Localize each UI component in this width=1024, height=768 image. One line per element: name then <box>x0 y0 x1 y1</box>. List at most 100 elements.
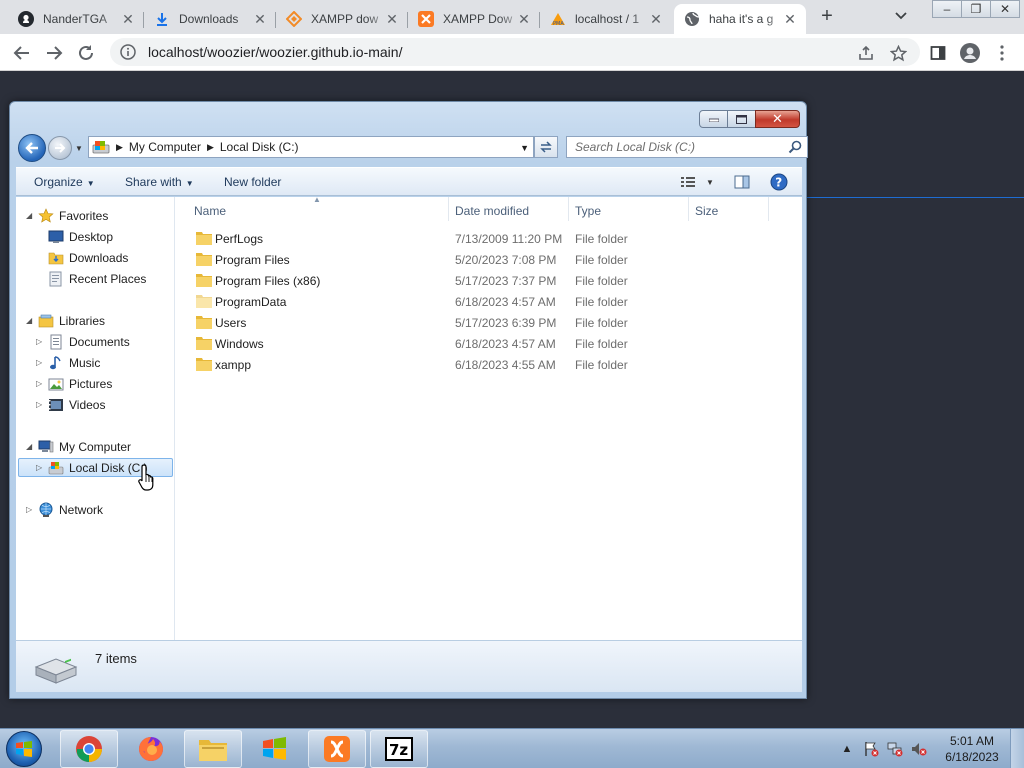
back-arrow-icon[interactable] <box>10 41 34 65</box>
tab-nandertga[interactable]: NanderTGA ✕ <box>8 4 144 34</box>
taskbar-windows-update[interactable] <box>246 730 304 768</box>
minimize-icon[interactable] <box>699 110 728 128</box>
recent-pages-dropdown-icon[interactable]: ▼ <box>75 144 83 153</box>
tab-xampp-download[interactable]: XAMPP dow ✕ <box>276 4 408 34</box>
expand-arrow-icon[interactable]: ▷ <box>36 379 46 388</box>
expand-arrow-icon[interactable]: ▷ <box>36 337 46 346</box>
file-row[interactable]: Windows 6/18/2023 4:57 AM File folder <box>190 333 790 354</box>
tab-xampp[interactable]: XAMPP Dow ✕ <box>408 4 540 34</box>
collapse-arrow-icon[interactable]: ◢ <box>26 211 36 220</box>
forward-arrow-icon[interactable] <box>42 41 66 65</box>
windows-update-icon <box>263 737 286 760</box>
minimize-icon[interactable]: – <box>932 0 962 18</box>
column-header-date-modified[interactable]: Date modified <box>455 204 529 218</box>
nav-desktop[interactable]: Desktop <box>36 227 113 246</box>
file-row[interactable]: PerfLogs 7/13/2009 11:20 PM File folder <box>190 228 790 249</box>
column-divider[interactable] <box>568 197 569 221</box>
address-dropdown-icon[interactable]: ▼ <box>520 143 529 153</box>
file-row[interactable]: Users 5/17/2023 6:39 PM File folder <box>190 312 790 333</box>
column-divider[interactable] <box>688 197 689 221</box>
organize-button[interactable]: Organize ▼ <box>34 175 95 189</box>
new-tab-icon[interactable]: + <box>814 6 840 28</box>
expand-arrow-icon[interactable]: ▷ <box>36 358 46 367</box>
breadcrumb-arrow-icon[interactable]: ▶ <box>207 142 214 153</box>
profile-avatar-icon[interactable] <box>960 43 980 63</box>
breadcrumb-local-disk[interactable]: Local Disk (C:) <box>220 140 299 154</box>
collapse-arrow-icon[interactable]: ◢ <box>26 316 36 325</box>
nav-recent-places[interactable]: Recent Places <box>36 269 146 288</box>
breadcrumb-my-computer[interactable]: My Computer <box>129 140 201 154</box>
reload-icon[interactable] <box>74 41 98 65</box>
column-header-name[interactable]: Name <box>194 204 226 218</box>
nav-music[interactable]: ▷ Music <box>36 353 100 372</box>
nav-videos[interactable]: ▷ Videos <box>36 395 105 414</box>
taskbar-firefox[interactable] <box>122 730 180 768</box>
tab-phpmyadmin[interactable]: PMA localhost / 1 ✕ <box>540 4 672 34</box>
file-row[interactable]: xampp 6/18/2023 4:55 AM File folder <box>190 354 790 375</box>
nav-pictures[interactable]: ▷ Pictures <box>36 374 112 393</box>
share-with-button[interactable]: Share with ▼ <box>125 175 194 189</box>
volume-muted-icon[interactable] <box>910 740 928 758</box>
forward-button[interactable] <box>48 136 72 160</box>
side-panel-icon[interactable] <box>928 43 948 63</box>
start-button[interactable] <box>6 731 42 767</box>
new-folder-button[interactable]: New folder <box>224 175 281 189</box>
collapse-arrow-icon[interactable]: ◢ <box>26 442 36 451</box>
search-input[interactable] <box>575 140 785 154</box>
clock[interactable]: 5:01 AM 6/18/2023 <box>934 733 1010 765</box>
show-hidden-icons-icon[interactable]: ▲ <box>838 740 856 758</box>
expand-arrow-icon[interactable]: ▷ <box>36 463 46 472</box>
expand-arrow-icon[interactable]: ▷ <box>36 400 46 409</box>
share-icon[interactable] <box>856 43 876 63</box>
file-row[interactable]: Program Files 5/20/2023 7:08 PM File fol… <box>190 249 790 270</box>
network-status-icon[interactable] <box>886 740 904 758</box>
column-divider[interactable] <box>448 197 449 221</box>
close-tab-icon[interactable]: ✕ <box>516 11 532 27</box>
taskbar-7zip[interactable]: 7z <box>370 730 428 768</box>
file-type: File folder <box>575 337 628 351</box>
maximize-icon[interactable] <box>727 110 756 128</box>
search-box[interactable] <box>566 136 808 158</box>
close-icon[interactable]: ✕ <box>755 110 800 128</box>
nav-downloads[interactable]: Downloads <box>36 248 128 267</box>
close-tab-icon[interactable]: ✕ <box>252 11 268 27</box>
help-icon[interactable]: ? <box>770 173 788 191</box>
restore-icon[interactable]: ❐ <box>961 0 991 18</box>
close-icon[interactable]: ✕ <box>990 0 1020 18</box>
videos-icon <box>49 398 63 411</box>
nav-libraries[interactable]: ◢ Libraries <box>26 311 105 330</box>
close-tab-icon[interactable]: ✕ <box>782 11 798 27</box>
change-view-button[interactable]: ▼ <box>680 173 714 191</box>
taskbar-xampp[interactable] <box>308 730 366 768</box>
nav-my-computer[interactable]: ◢ My Computer <box>26 437 131 456</box>
nav-network[interactable]: ▷ Network <box>26 500 103 519</box>
breadcrumb-arrow-icon[interactable]: ▶ <box>116 142 123 153</box>
close-tab-icon[interactable]: ✕ <box>384 11 400 27</box>
close-tab-icon[interactable]: ✕ <box>648 11 664 27</box>
nav-favorites[interactable]: ◢ Favorites <box>26 206 108 225</box>
explorer-address-bar[interactable]: ▶ My Computer ▶ Local Disk (C:) ▼ <box>88 136 534 158</box>
preview-pane-icon[interactable] <box>734 173 750 191</box>
file-row[interactable]: ProgramData 6/18/2023 4:57 AM File folde… <box>190 291 790 312</box>
close-tab-icon[interactable]: ✕ <box>120 11 136 27</box>
column-header-size[interactable]: Size <box>695 204 718 218</box>
refresh-icon[interactable] <box>534 136 558 158</box>
address-bar[interactable]: localhost/woozier/woozier.github.io-main… <box>110 38 920 66</box>
back-button[interactable] <box>18 134 46 162</box>
action-center-flag-icon[interactable] <box>862 740 880 758</box>
file-row[interactable]: Program Files (x86) 5/17/2023 7:37 PM Fi… <box>190 270 790 291</box>
tab-active[interactable]: haha it's a g ✕ <box>674 4 806 34</box>
chevron-down-icon[interactable] <box>894 8 914 26</box>
search-icon[interactable] <box>788 140 802 154</box>
column-header-type[interactable]: Type <box>575 204 601 218</box>
kebab-menu-icon[interactable] <box>992 43 1012 63</box>
tab-downloads[interactable]: Downloads ✕ <box>144 4 276 34</box>
column-divider[interactable] <box>768 197 769 221</box>
taskbar-chrome[interactable] <box>60 730 118 768</box>
show-desktop-button[interactable] <box>1010 729 1024 768</box>
bookmark-star-icon[interactable] <box>888 43 908 63</box>
expand-arrow-icon[interactable]: ▷ <box>26 505 36 514</box>
info-icon[interactable] <box>120 44 136 60</box>
nav-documents[interactable]: ▷ Documents <box>36 332 130 351</box>
taskbar-explorer[interactable] <box>184 730 242 768</box>
